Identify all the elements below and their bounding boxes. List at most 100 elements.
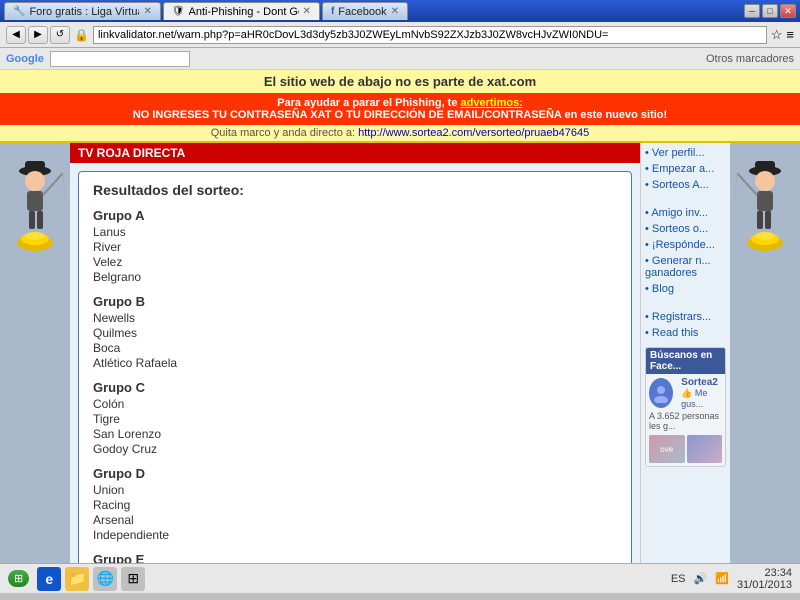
grupo-d-team-1: Racing [93, 498, 617, 512]
page-header: TV ROJA DIRECTA [70, 143, 640, 163]
grupo-b-team-0: Newells [93, 311, 617, 325]
forward-button[interactable]: ▶ [28, 26, 48, 44]
tab-label: Foro gratis : Liga Virtual R... [29, 6, 139, 18]
window-controls: ─ □ ✕ [744, 4, 796, 18]
time-display: 23:34 [737, 567, 792, 579]
maximize-button[interactable]: □ [762, 4, 778, 18]
right-fisherman-panel [730, 143, 800, 563]
sidebar-item-ver-perfil[interactable]: Ver perfil... [645, 147, 726, 159]
grupo-e-title: Grupo E [93, 552, 617, 563]
warning-direct-link[interactable]: http://www.sortea2.com/versorteo/pruaeb4… [358, 127, 589, 139]
tab-close-facebook[interactable]: ✕ [391, 6, 399, 17]
grupo-d-team-2: Arsenal [93, 513, 617, 527]
language-indicator: ES [671, 573, 686, 585]
tab-antiphishing[interactable]: 🛡 Anti-Phishing - Dont Get ... ✕ [163, 2, 320, 20]
facebook-photos: ove [649, 435, 722, 463]
grupo-c-team-1: Tigre [93, 412, 617, 426]
left-fisherman-panel [0, 143, 70, 563]
warning-red-line1: Para ayudar a parar el Phishing, te adve… [277, 97, 523, 109]
results-box: Resultados del sorteo: Grupo A Lanus Riv… [78, 171, 632, 563]
tab-foro[interactable]: 🔧 Foro gratis : Liga Virtual R... ✕ [4, 2, 161, 20]
back-button[interactable]: ◀ [6, 26, 26, 44]
volume-icon[interactable]: 🔊 [694, 572, 708, 585]
grupo-c-team-2: San Lorenzo [93, 427, 617, 441]
sidebar-item-registrars[interactable]: Registrars... [645, 311, 726, 323]
sidebar-item-responde[interactable]: ¡Respónde... [645, 239, 726, 251]
taskbar-right: ES 🔊 📶 23:34 31/01/2013 [671, 567, 792, 591]
warning-link-advertimos[interactable]: advertimos: [461, 97, 523, 109]
grupo-b-team-2: Boca [93, 341, 617, 355]
facebook-page-name[interactable]: Sortea2 [681, 377, 722, 388]
grupo-b-team-3: Atlético Rafaela [93, 356, 617, 370]
center-content: TV ROJA DIRECTA Resultados del sorteo: G… [70, 143, 640, 563]
warning-top-text: El sitio web de abajo no es parte de xat… [0, 70, 800, 93]
left-fisherman-icon [5, 153, 65, 273]
google-bar: Google Otros marcadores [0, 48, 800, 70]
sidebar-item-blog[interactable]: Blog [645, 283, 726, 295]
grupo-b-title: Grupo B [93, 294, 617, 309]
sidebar-item-amigo[interactable]: Amigo inv... [645, 207, 726, 219]
grupo-c-title: Grupo C [93, 380, 617, 395]
taskbar-windows-icon[interactable]: ⊞ [121, 567, 145, 591]
warning-banner: El sitio web de abajo no es parte de xat… [0, 70, 800, 143]
taskbar-icons: e 📁 🌐 ⊞ [37, 567, 145, 591]
grupo-a-team-1: River [93, 240, 617, 254]
sidebar-item-sorteos-o[interactable]: Sorteos o... [645, 223, 726, 235]
right-sidebar: Ver perfil... Empezar a... Sorteos A... … [640, 143, 730, 563]
network-icon[interactable]: 📶 [715, 572, 729, 585]
grupo-d-team-3: Independiente [93, 528, 617, 542]
taskbar-left: ⊞ e 📁 🌐 ⊞ [8, 567, 145, 591]
address-bar: ◀ ▶ ↺ 🔒 ☆ ≡ [0, 22, 800, 48]
tab-close-foro[interactable]: ✕ [143, 6, 151, 17]
tab-close-antiphishing[interactable]: ✕ [303, 6, 311, 17]
refresh-button[interactable]: ↺ [50, 26, 70, 44]
lock-icon: 🔒 [74, 28, 89, 42]
grupo-c-team-0: Colón [93, 397, 617, 411]
grupo-d-team-0: Union [93, 483, 617, 497]
status-bar: ⊞ e 📁 🌐 ⊞ ES 🔊 📶 23:34 31/01/2013 [0, 563, 800, 593]
title-bar: 🔧 Foro gratis : Liga Virtual R... ✕ 🛡 An… [0, 0, 800, 22]
facebook-photo-2 [687, 435, 723, 463]
sidebar-item-sorteos-a[interactable]: Sorteos A... [645, 179, 726, 191]
sidebar-item-generar[interactable]: Generar n... ganadores [645, 255, 726, 279]
grupo-b-team-1: Quilmes [93, 326, 617, 340]
nav-buttons: ◀ ▶ ↺ [6, 26, 70, 44]
sidebar-item-read-this[interactable]: Read this [645, 327, 726, 339]
tab-label: Facebook [338, 6, 386, 18]
right-fisherman-icon [735, 153, 795, 273]
warning-link-bar: Quita marco y anda directo a: http://www… [0, 125, 800, 141]
tab-facebook[interactable]: f Facebook ✕ [322, 2, 408, 20]
grupo-d-title: Grupo D [93, 466, 617, 481]
start-button[interactable]: ⊞ [8, 570, 29, 587]
otros-marcadores[interactable]: Otros marcadores [706, 53, 794, 65]
sidebar-item-empezar[interactable]: Empezar a... [645, 163, 726, 175]
bookmark-icon[interactable]: ☆ [771, 27, 783, 43]
browser-tabs: 🔧 Foro gratis : Liga Virtual R... ✕ 🛡 An… [4, 2, 744, 20]
address-input[interactable] [93, 26, 767, 44]
grupo-c-team-3: Godoy Cruz [93, 442, 617, 456]
facebook-avatar [649, 378, 673, 408]
facebook-like-btn[interactable]: 👍 Me gus... [681, 388, 722, 409]
facebook-section: Búscanos en Face... Sortea2 👍 Me gus... … [645, 347, 726, 467]
menu-icon[interactable]: ≡ [786, 27, 794, 42]
tab-label: Anti-Phishing - Dont Get ... [189, 6, 299, 18]
warning-link-text: Quita marco y anda directo a: [211, 127, 355, 139]
results-body: Resultados del sorteo: Grupo A Lanus Riv… [79, 172, 631, 563]
taskbar-ie-icon[interactable]: e [37, 567, 61, 591]
taskbar-chrome-icon[interactable]: 🌐 [93, 567, 117, 591]
date-display: 31/01/2013 [737, 579, 792, 591]
grupo-a-team-2: Velez [93, 255, 617, 269]
grupo-a-team-3: Belgrano [93, 270, 617, 284]
grupo-a-team-0: Lanus [93, 225, 617, 239]
minimize-button[interactable]: ─ [744, 4, 760, 18]
close-button[interactable]: ✕ [780, 4, 796, 18]
facebook-header: Búscanos en Face... [646, 348, 725, 374]
clock: 23:34 31/01/2013 [737, 567, 792, 591]
facebook-body: Sortea2 👍 Me gus... A 3.652 personas les… [646, 374, 725, 466]
google-search-input[interactable] [50, 51, 190, 67]
results-title: Resultados del sorteo: [93, 182, 617, 198]
facebook-likes: A 3.652 personas les g... [649, 411, 722, 431]
facebook-photo-1: ove [649, 435, 685, 463]
taskbar-folder-icon[interactable]: 📁 [65, 567, 89, 591]
google-logo: Google [6, 53, 44, 65]
